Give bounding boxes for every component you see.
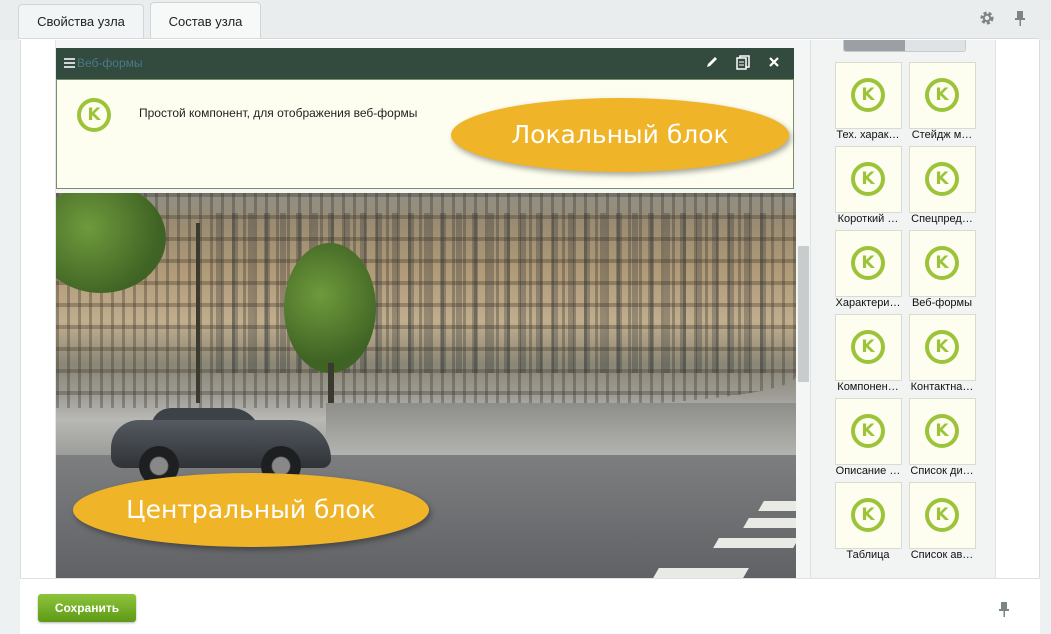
tab-node-properties[interactable]: Свойства узла [18,4,144,38]
component-palette: K Тех. харак… K Стейдж м… K Короткий … K Спецпр… [810,40,996,578]
crosswalk-stripe [713,538,796,548]
palette-item-label: Короткий … [837,213,899,225]
block-header: Веб-формы [56,48,794,79]
copy-icon[interactable] [735,55,751,71]
palette-item[interactable]: K [835,482,902,549]
component-logo-icon: K [851,162,885,196]
tab-node-composition[interactable]: Состав узла [150,2,261,39]
car [111,408,331,486]
layout-editor: Веб-формы K Простой компонент, для отобр… [55,40,797,578]
component-logo-icon: K [925,330,959,364]
palette-item-label: Описание … [835,465,901,477]
palette-item-label: Спецпред… [911,213,973,225]
palette-item[interactable]: K [909,482,976,549]
crosswalk-stripe [653,568,749,578]
component-logo-icon: K [925,246,959,280]
close-icon[interactable] [766,55,782,71]
local-block-callout: Локальный блок [451,98,789,172]
palette-item[interactable]: K [835,146,902,213]
palette-tab-inactive[interactable] [905,40,965,51]
palette-item-label: Список ди… [910,465,974,477]
palette-item-label: Компонен… [837,381,899,393]
tree-center [284,243,376,373]
palette-item[interactable]: K [835,398,902,465]
gear-icon[interactable] [978,10,996,28]
pin-icon[interactable] [998,601,1010,621]
central-block-image[interactable]: Центральный блок [56,193,796,578]
palette-item[interactable]: K [909,230,976,297]
save-button[interactable]: Сохранить [38,594,136,622]
palette-item-label: Список ав… [910,549,974,561]
palette-item[interactable]: K [909,146,976,213]
editor-scrollbar[interactable] [796,40,810,578]
crosswalk-stripe [743,518,796,528]
block-title-wrap: Веб-формы [64,56,143,70]
component-logo-icon: K [925,162,959,196]
palette-item[interactable]: K [835,314,902,381]
component-logo-icon: K [851,78,885,112]
palette-item-label: Веб-формы [911,297,973,309]
tab-bar: Свойства узла Состав узла [0,0,1051,40]
palette-item[interactable]: K [909,62,976,129]
central-block-callout: Центральный блок [73,473,429,547]
palette-item[interactable]: K [909,398,976,465]
component-description: Простой компонент, для отображения веб-ф… [139,106,418,120]
palette-item-label: Таблица [846,549,890,561]
component-logo-icon: K [851,246,885,280]
palette-item[interactable]: K [835,230,902,297]
footer-bar: Сохранить [20,578,1040,634]
component-logo-icon: K [851,414,885,448]
crosswalk-stripe [758,501,796,511]
component-logo-icon: K [925,78,959,112]
palette-item-label: Контактна… [910,381,974,393]
palette-item[interactable]: K [909,314,976,381]
street-wall [326,403,796,458]
component-logo-icon: K [925,414,959,448]
palette-item-label: Стейдж м… [911,129,973,141]
drag-handle-icon[interactable] [64,58,75,68]
edit-icon[interactable] [704,55,720,71]
component-logo-icon: K [925,498,959,532]
local-block[interactable]: K Простой компонент, для отображения веб… [56,79,794,189]
palette-tab-active[interactable] [844,40,905,51]
pin-icon[interactable] [1011,10,1029,28]
palette-tabs [843,40,966,52]
pole [196,223,200,403]
palette-item-label: Характери… [835,297,901,309]
block-title: Веб-формы [77,56,143,70]
scrollbar-thumb[interactable] [798,246,809,382]
palette-item[interactable]: K [835,62,902,129]
palette-item-label: Тех. харак… [836,129,900,141]
component-logo-icon: K [77,98,111,132]
component-logo-icon: K [851,330,885,364]
component-logo-icon: K [851,498,885,532]
